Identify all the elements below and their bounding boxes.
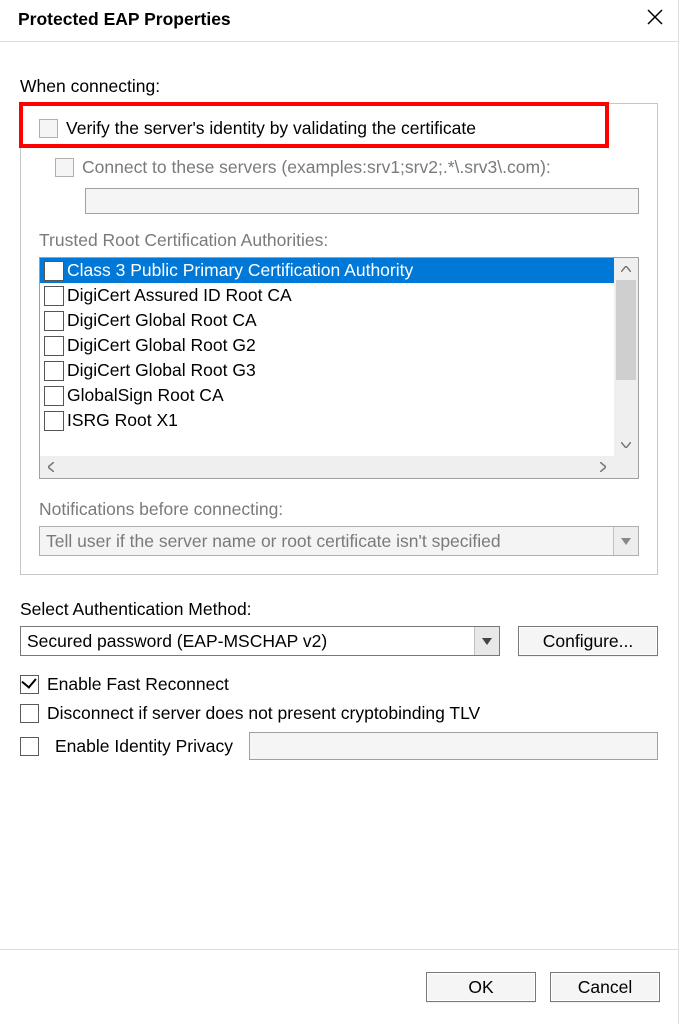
chevron-down-icon <box>482 638 492 645</box>
verify-identity-label: Verify the server's identity by validati… <box>66 118 476 139</box>
when-connecting-group: Verify the server's identity by validati… <box>20 103 658 575</box>
trusted-root-name: ISRG Root X1 <box>67 410 178 431</box>
trusted-root-item[interactable]: DigiCert Global Root G2 <box>40 333 614 358</box>
trusted-root-checkbox[interactable] <box>44 286 64 306</box>
trusted-roots-label: Trusted Root Certification Authorities: <box>39 230 639 251</box>
connect-servers-field-wrap <box>85 188 639 214</box>
scroll-right-button[interactable] <box>592 456 614 478</box>
trusted-root-checkbox[interactable] <box>44 411 64 431</box>
verify-identity-row: Verify the server's identity by validati… <box>39 118 639 139</box>
auth-method-value: Secured password (EAP-MSCHAP v2) <box>21 631 474 652</box>
dialog-title: Protected EAP Properties <box>18 9 231 30</box>
fast-reconnect-label: Enable Fast Reconnect <box>47 674 229 695</box>
cancel-button[interactable]: Cancel <box>550 972 660 1002</box>
identity-privacy-input[interactable] <box>249 732 658 760</box>
chevron-up-icon <box>621 266 631 272</box>
chevron-down-icon <box>621 538 631 545</box>
lower-checks: Enable Fast Reconnect Disconnect if serv… <box>20 674 658 760</box>
trusted-root-name: DigiCert Assured ID Root CA <box>67 285 292 306</box>
trusted-root-checkbox[interactable] <box>44 336 64 356</box>
fast-reconnect-checkbox[interactable] <box>20 675 39 694</box>
vertical-scrollbar[interactable] <box>614 258 638 456</box>
trusted-root-name: GlobalSign Root CA <box>67 385 224 406</box>
trusted-root-name: Class 3 Public Primary Certification Aut… <box>67 260 413 281</box>
scroll-up-button[interactable] <box>614 258 638 280</box>
trusted-root-item[interactable]: DigiCert Assured ID Root CA <box>40 283 614 308</box>
connect-servers-checkbox[interactable] <box>55 158 74 177</box>
client-area: When connecting: Verify the server's ide… <box>0 42 678 760</box>
when-connecting-label: When connecting: <box>20 76 658 97</box>
trusted-roots-list[interactable]: Class 3 Public Primary Certification Aut… <box>40 258 614 456</box>
trusted-root-checkbox[interactable] <box>44 311 64 331</box>
configure-button[interactable]: Configure... <box>518 626 658 656</box>
trusted-root-checkbox[interactable] <box>44 261 64 281</box>
scroll-corner <box>614 456 638 478</box>
identity-privacy-row: Enable Identity Privacy <box>20 732 658 760</box>
trusted-root-checkbox[interactable] <box>44 386 64 406</box>
bottom-button-bar: OK Cancel <box>0 949 678 1002</box>
trusted-root-item[interactable]: DigiCert Global Root G3 <box>40 358 614 383</box>
scroll-down-button[interactable] <box>614 434 638 456</box>
trusted-root-name: DigiCert Global Root G3 <box>67 360 256 381</box>
notifications-dropdown-button[interactable] <box>613 527 638 555</box>
chevron-right-icon <box>600 462 606 472</box>
connect-servers-label: Connect to these servers (examples:srv1;… <box>82 157 551 178</box>
fast-reconnect-row: Enable Fast Reconnect <box>20 674 658 695</box>
auth-method-label: Select Authentication Method: <box>20 599 658 620</box>
chevron-left-icon <box>48 462 54 472</box>
trusted-roots-listbox[interactable]: Class 3 Public Primary Certification Aut… <box>39 257 639 479</box>
notifications-dropdown[interactable]: Tell user if the server name or root cer… <box>39 526 639 556</box>
trusted-root-item[interactable]: DigiCert Global Root CA <box>40 308 614 333</box>
chevron-down-icon <box>621 442 631 448</box>
dialog: Protected EAP Properties When connecting… <box>0 0 679 1024</box>
close-icon <box>646 8 664 26</box>
ok-button[interactable]: OK <box>426 972 536 1002</box>
auth-method-row: Secured password (EAP-MSCHAP v2) Configu… <box>20 626 658 656</box>
notifications-label: Notifications before connecting: <box>39 499 639 520</box>
trusted-root-name: DigiCert Global Root G2 <box>67 335 256 356</box>
trusted-root-checkbox[interactable] <box>44 361 64 381</box>
identity-privacy-checkbox[interactable] <box>20 737 39 756</box>
scroll-thumb[interactable] <box>616 280 636 380</box>
trusted-root-item[interactable]: ISRG Root X1 <box>40 408 614 433</box>
auth-method-dropdown[interactable]: Secured password (EAP-MSCHAP v2) <box>20 626 500 656</box>
scroll-left-button[interactable] <box>40 456 62 478</box>
notifications-value: Tell user if the server name or root cer… <box>40 531 613 552</box>
verify-identity-checkbox[interactable] <box>39 119 58 138</box>
disconnect-cryptobinding-checkbox[interactable] <box>20 704 39 723</box>
disconnect-cryptobinding-label: Disconnect if server does not present cr… <box>47 703 480 724</box>
trusted-root-name: DigiCert Global Root CA <box>67 310 257 331</box>
trusted-root-item[interactable]: GlobalSign Root CA <box>40 383 614 408</box>
connect-servers-row: Connect to these servers (examples:srv1;… <box>55 157 639 178</box>
horizontal-scrollbar[interactable] <box>40 456 614 478</box>
identity-privacy-label: Enable Identity Privacy <box>55 736 233 757</box>
close-button[interactable] <box>646 8 664 31</box>
auth-method-dropdown-button[interactable] <box>474 627 499 655</box>
titlebar: Protected EAP Properties <box>0 0 678 42</box>
connect-servers-input[interactable] <box>85 188 639 214</box>
trusted-root-item[interactable]: Class 3 Public Primary Certification Aut… <box>40 258 614 283</box>
disconnect-cryptobinding-row: Disconnect if server does not present cr… <box>20 703 658 724</box>
